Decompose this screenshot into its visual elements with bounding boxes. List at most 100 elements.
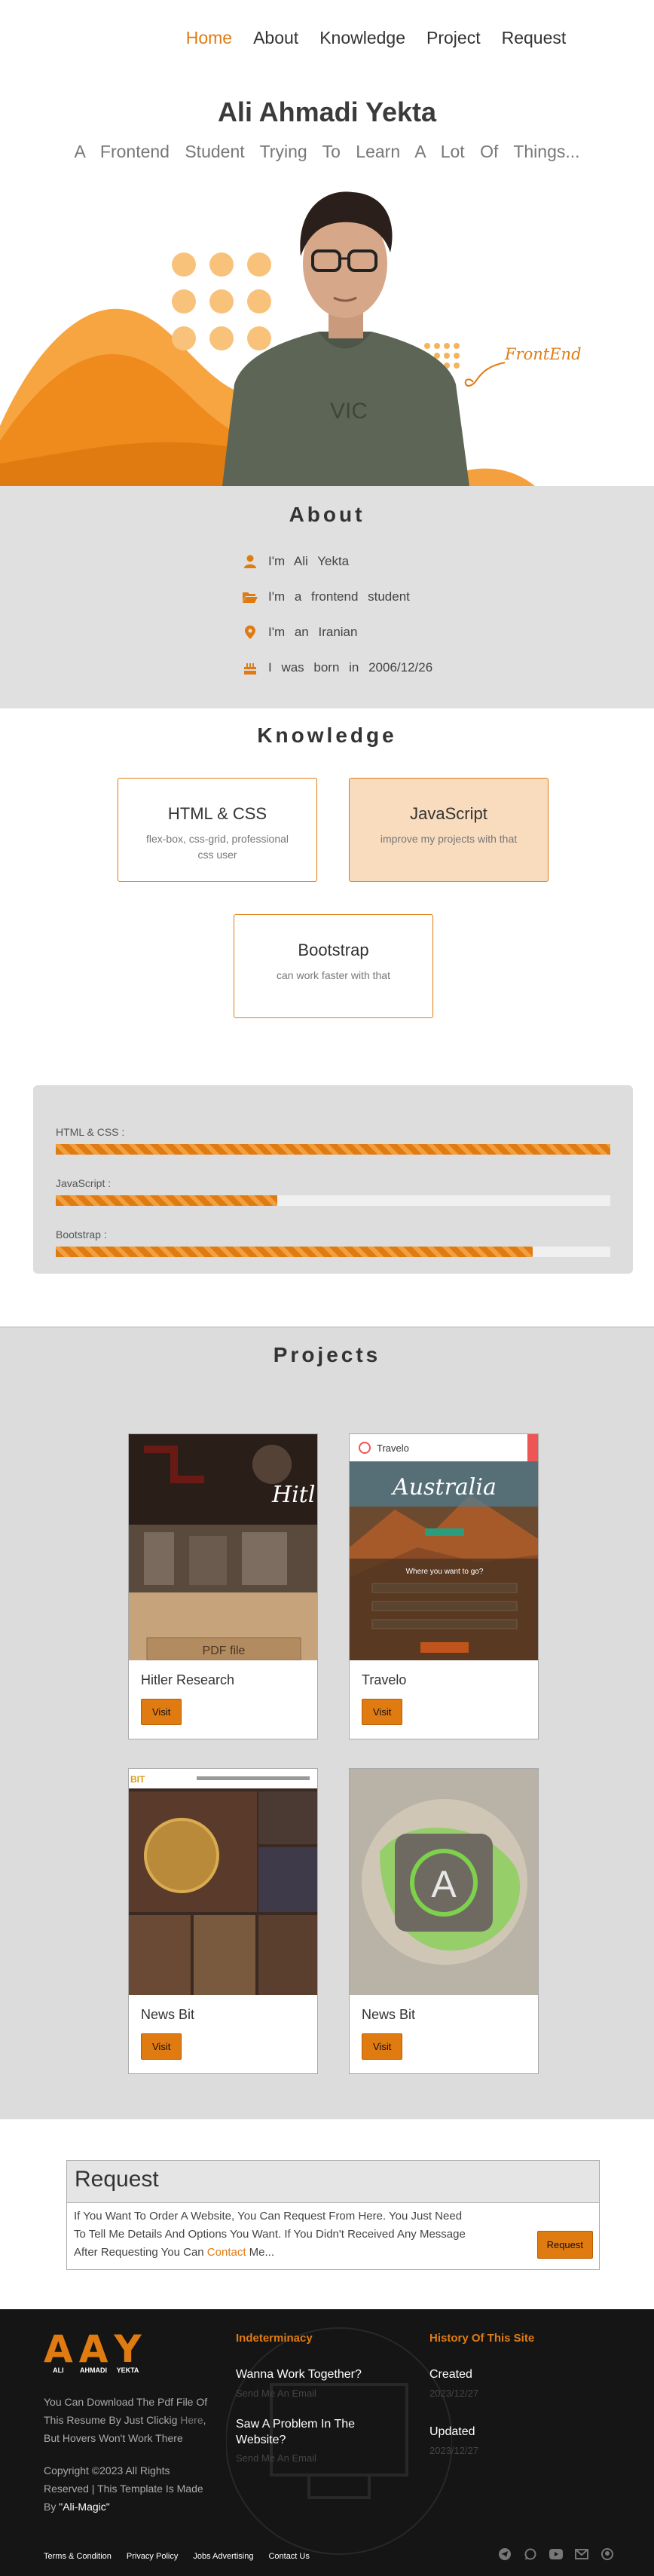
nav-knowledge[interactable]: Knowledge [319,28,405,48]
profile-photo: VIC [222,191,469,486]
projects-title: Projects [273,1343,381,1366]
skill-progress-bar [56,1195,610,1206]
github-icon[interactable] [600,2547,615,2562]
footer-item: Wanna Work Together? Send Me An Email [236,2367,379,2399]
nav-project[interactable]: Project [426,28,481,48]
contact-link[interactable]: Contact [207,2246,246,2259]
knowledge-card-desc: can work faster with that [277,969,390,981]
svg-text:Hitl: Hitl [271,1482,315,1508]
sweater-print: VIC [330,399,368,424]
copyright-text: Copyright ©2023 All Rights Reserved | Th… [44,2464,203,2513]
project-thumbnail[interactable]: Travelo Australia Where you want to go? [350,1434,538,1660]
contact-us-link[interactable]: Contact Us [268,2552,309,2561]
folder-open-icon [243,589,258,604]
knowledge-card-title: Bootstrap [298,941,369,959]
about-item: I was born in 2006/12/26 [243,650,469,685]
request-title: Request [67,2161,599,2203]
request-button[interactable]: Request [536,2231,593,2259]
project-name: Travelo [362,1672,407,1687]
request-box: Request If You Want To Order A Website, … [66,2160,600,2270]
skill-html-css: HTML & CSS : [56,1126,610,1155]
visit-button[interactable]: Visit [141,2033,182,2060]
footer-item: Created 2023/12/27 [429,2368,479,2399]
skill-label: HTML & CSS : [56,1126,125,1138]
project-card-hitler-research: Hitl PDF file Hitler Research Visit [128,1433,318,1739]
telegram-icon[interactable] [497,2547,512,2562]
footer-logo[interactable]: A ALI A AHMADI Y YEKTA [44,2330,142,2374]
birthday-cake-icon [243,660,258,675]
jobs-link[interactable]: Jobs Advertising [193,2552,253,2561]
nav-home[interactable]: Home [186,28,232,48]
knowledge-card-title: JavaScript [410,804,487,823]
knowledge-cards: HTML & CSS flex-box, css-grid, professio… [0,778,654,1049]
nav-request[interactable]: Request [502,28,567,48]
footer-column-history: History Of This Site Created 2023/12/27 … [429,2332,535,2456]
hero-subtitle: A Frontend Student Trying To Learn A Lot… [74,142,580,161]
knowledge-section: Knowledge HTML & CSS flex-box, css-grid,… [0,708,654,1326]
about-list: I'm Ali Yekta I'm a frontend student I'm… [243,543,469,685]
footer-links: Terms & Condition Privacy Policy Jobs Ad… [44,2552,310,2561]
project-thumbnail[interactable]: BIT [129,1769,317,1995]
footer: A ALI A AHMADI Y YEKTA You Can Download The… [0,2309,654,2576]
project-thumbnail[interactable]: A [350,1769,538,1995]
skill-progress-bar [56,1144,610,1155]
project-name: Hitler Research [141,1672,235,1687]
knowledge-card-title: HTML & CSS [167,804,267,823]
about-item: I'm a frontend student [243,579,469,614]
footer-column-indeterminacy: Indeterminacy Wanna Work Together? Send … [236,2332,379,2482]
footer-item: Updated 2023/12/27 [429,2425,479,2456]
email-link[interactable]: Send Me An Email [236,2388,379,2399]
curly-arrow-icon [464,362,506,387]
location-pin-icon [243,625,258,640]
author-name: "Ali-Magic" [59,2500,110,2513]
knowledge-title: Knowledge [257,724,397,747]
nav-about[interactable]: About [253,28,298,48]
svg-text:PDF file: PDF file [203,1644,246,1657]
about-item: I'm Ali Yekta [243,543,469,579]
privacy-link[interactable]: Privacy Policy [127,2552,178,2561]
frontend-tag: FrontEnd [505,345,582,363]
knowledge-card-desc: flex-box, css-grid, professional css use… [145,833,289,861]
request-section: Request If You Want To Order A Website, … [0,2119,654,2309]
footer-about-text: You Can Download The Pdf File Of This Re… [44,2394,213,2516]
knowledge-card-desc: improve my projects with that [380,833,518,845]
user-icon [243,554,258,569]
knowledge-card-javascript[interactable]: JavaScript improve my projects with that [349,778,549,882]
request-text: If You Want To Order A Website, You Can … [74,2210,466,2259]
mail-icon[interactable] [574,2547,589,2562]
svg-text:Travelo: Travelo [377,1442,409,1454]
download-here-link[interactable]: Here [180,2414,203,2426]
about-item: I'm an Iranian [243,614,469,650]
download-text: You Can Download The Pdf File Of This Re… [44,2396,208,2444]
project-name: News Bit [362,2007,416,2022]
whatsapp-icon[interactable] [523,2547,538,2562]
project-card-news-bit-2: A News Bit Visit [349,1768,539,2074]
skill-bootstrap: Bootstrap : [56,1228,610,1257]
email-link[interactable]: Send Me An Email [236,2452,379,2464]
svg-text:BIT: BIT [130,1774,145,1785]
youtube-icon[interactable] [549,2547,564,2562]
skill-javascript: JavaScript : [56,1177,610,1206]
project-card-travelo: Travelo Australia Where you want to go? … [349,1433,539,1739]
skill-progress-bar [56,1247,610,1257]
skill-label: JavaScript : [56,1177,112,1189]
hero-name: Ali Ahmadi Yekta [217,96,437,127]
visit-button[interactable]: Visit [362,1699,403,1725]
knowledge-card-html-css[interactable]: HTML & CSS flex-box, css-grid, professio… [118,778,317,882]
hero-illustration: VIC FrontEnd [0,177,654,486]
project-name: News Bit [141,2007,195,2022]
terms-link[interactable]: Terms & Condition [44,2552,112,2561]
about-section: About I'm Ali Yekta I'm a frontend stude… [0,486,654,708]
footer-item: Saw A Problem In The Website? Send Me An… [236,2417,379,2464]
visit-button[interactable]: Visit [362,2033,403,2060]
skill-bars-panel: HTML & CSS : JavaScript : Bootstrap : [33,1085,633,1274]
knowledge-card-bootstrap[interactable]: Bootstrap can work faster with that [234,914,433,1018]
projects-section: Projects Hitl PDF file Hitler Research V… [0,1326,654,2119]
svg-text:A: A [431,1863,457,1905]
project-thumbnail[interactable]: Hitl PDF file [129,1434,317,1660]
project-card-news-bit: BIT News Bit Visit [128,1768,318,2074]
svg-text:Where you want to go?: Where you want to go? [406,1568,484,1576]
skill-label: Bootstrap : [56,1228,107,1241]
svg-text:Australia: Australia [390,1474,497,1501]
visit-button[interactable]: Visit [141,1699,182,1725]
